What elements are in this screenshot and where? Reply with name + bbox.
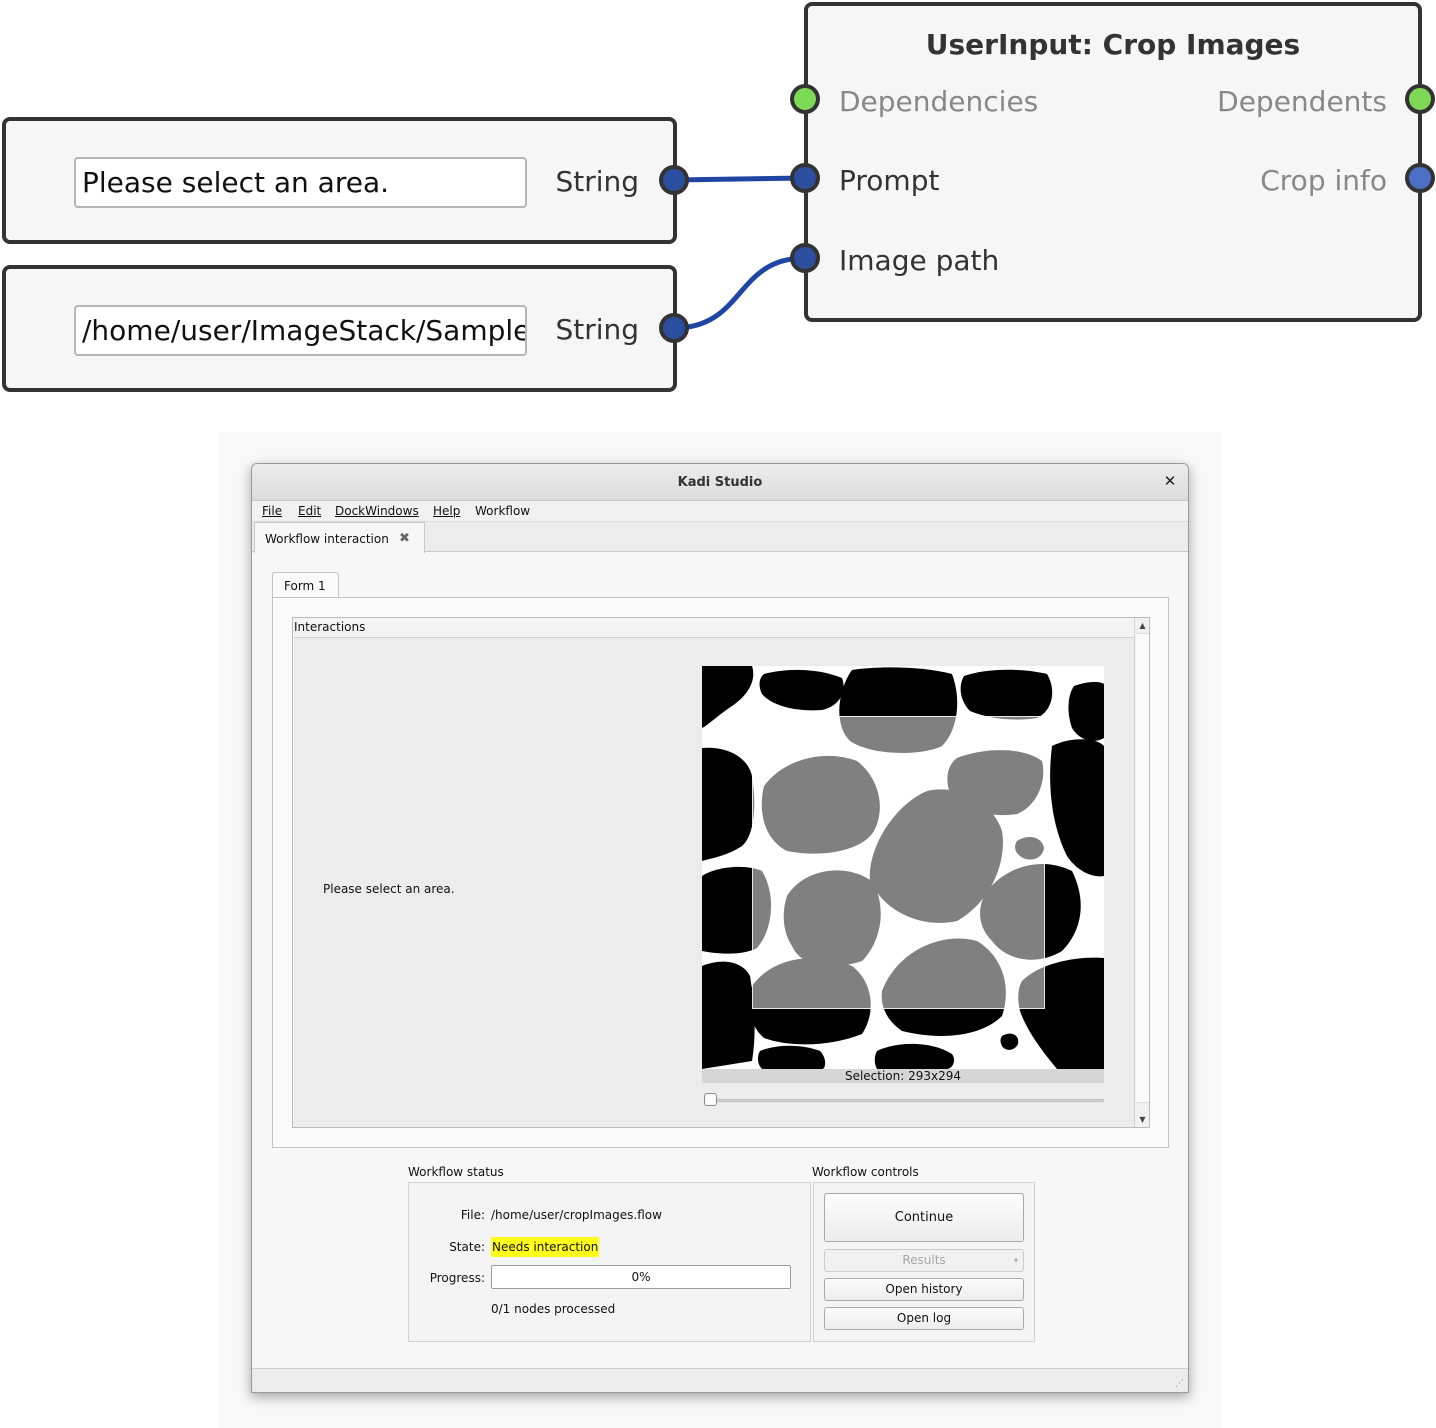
dropdown-caret-icon: ▾ — [1013, 1256, 1018, 1265]
prompt-input-port[interactable] — [790, 163, 820, 193]
resize-grip-icon[interactable]: ⋰ — [1175, 1379, 1185, 1389]
interactions-content: Please select an area. Selection: 293x29… — [294, 637, 1134, 1127]
input-label-prompt: Prompt — [839, 164, 940, 197]
file-value: /home/user/cropImages.flow — [491, 1208, 662, 1222]
window-title: Kadi Studio — [677, 475, 763, 490]
results-label: Results — [902, 1253, 946, 1267]
selection-rectangle[interactable] — [752, 716, 1045, 1009]
menu-dockwindows[interactable]: DockWindows — [335, 504, 419, 518]
image-path-input-port[interactable] — [790, 243, 820, 273]
form-pane: Interactions Please select an area. Sele… — [272, 597, 1169, 1148]
workflow-controls-title: Workflow controls — [812, 1165, 919, 1179]
crop-image-canvas[interactable] — [702, 666, 1104, 1069]
interactions-title: Interactions — [294, 620, 366, 634]
progress-bar: 0% — [491, 1265, 791, 1289]
menu-file[interactable]: File — [262, 504, 282, 518]
tab-label: Workflow interaction — [265, 532, 389, 546]
scrollbar-thumb[interactable] — [1136, 633, 1149, 1103]
continue-button[interactable]: Continue — [824, 1193, 1024, 1242]
crop-info-output-port[interactable] — [1405, 163, 1435, 193]
prompt-label: Please select an area. — [323, 882, 455, 896]
tab-workflow-interaction[interactable]: Workflow interaction ✖ — [254, 522, 425, 553]
node-title: UserInput: Crop Images — [925, 28, 1301, 61]
string-output-port[interactable] — [659, 165, 689, 195]
crop-images-node[interactable]: UserInput: Crop Images Dependencies Prom… — [804, 2, 1422, 322]
workflow-status-group: File: /home/user/cropImages.flow State: … — [408, 1182, 811, 1342]
results-dropdown-button[interactable]: Results ▾ — [824, 1249, 1024, 1272]
output-label-crop-info: Crop info — [1260, 164, 1387, 197]
nodes-processed-label: 0/1 nodes processed — [491, 1302, 616, 1316]
string-node-prompt[interactable]: Please select an area. String — [2, 117, 677, 244]
document-tab-bar: Workflow interaction ✖ — [252, 522, 1188, 553]
zoom-slider-track[interactable] — [704, 1099, 1104, 1102]
output-label-dependents: Dependents — [1217, 85, 1387, 118]
string-output-label: String — [555, 165, 639, 198]
wire-prompt — [673, 175, 806, 183]
close-tab-icon[interactable]: ✖ — [399, 531, 410, 546]
string-output-port[interactable] — [659, 313, 689, 343]
tab-label: Form 1 — [284, 579, 326, 593]
progress-key: Progress: — [429, 1271, 485, 1285]
string-node-image-path[interactable]: /home/user/ImageStack/Samples String — [2, 265, 677, 392]
scroll-down-icon[interactable]: ▼ — [1137, 1114, 1148, 1125]
menu-help[interactable]: Help — [433, 504, 460, 518]
menu-workflow[interactable]: Workflow — [475, 504, 530, 518]
status-bar: ⋰ — [252, 1368, 1188, 1392]
menu-bar: File Edit DockWindows Help Workflow — [252, 501, 1188, 522]
file-key: File: — [460, 1208, 485, 1222]
workflow-controls-group: Continue Results ▾ Open history Open log — [813, 1182, 1035, 1342]
kadi-studio-window: Kadi Studio ✕ File Edit DockWindows Help… — [251, 463, 1189, 1393]
workflow-status-title: Workflow status — [408, 1165, 504, 1179]
string-output-label: String — [555, 313, 639, 346]
open-history-button[interactable]: Open history — [824, 1278, 1024, 1301]
tab-form-1[interactable]: Form 1 — [272, 572, 339, 598]
string-value-field[interactable]: Please select an area. — [74, 157, 527, 208]
dependents-output-port[interactable] — [1405, 84, 1435, 114]
close-icon[interactable]: ✕ — [1162, 473, 1178, 489]
vertical-scrollbar[interactable]: ▲ ▼ — [1134, 618, 1149, 1127]
open-log-button[interactable]: Open log — [824, 1307, 1024, 1330]
title-bar[interactable]: Kadi Studio ✕ — [252, 464, 1188, 501]
canvas: Please select an area. String /home/user… — [0, 0, 1436, 1428]
state-badge: Needs interaction — [491, 1237, 600, 1257]
interactions-group: Interactions Please select an area. Sele… — [292, 617, 1150, 1128]
menu-edit[interactable]: Edit — [298, 504, 321, 518]
string-value-field[interactable]: /home/user/ImageStack/Samples — [74, 305, 527, 356]
selection-size-label: Selection: 293x294 — [702, 1069, 1104, 1083]
dependencies-input-port[interactable] — [790, 84, 820, 114]
wire-image-path — [673, 255, 806, 331]
zoom-slider-handle[interactable] — [704, 1093, 717, 1106]
input-label-dependencies: Dependencies — [839, 85, 1039, 118]
scroll-up-icon[interactable]: ▲ — [1137, 620, 1148, 631]
state-key: State: — [449, 1240, 485, 1254]
input-label-image-path: Image path — [839, 244, 1000, 277]
